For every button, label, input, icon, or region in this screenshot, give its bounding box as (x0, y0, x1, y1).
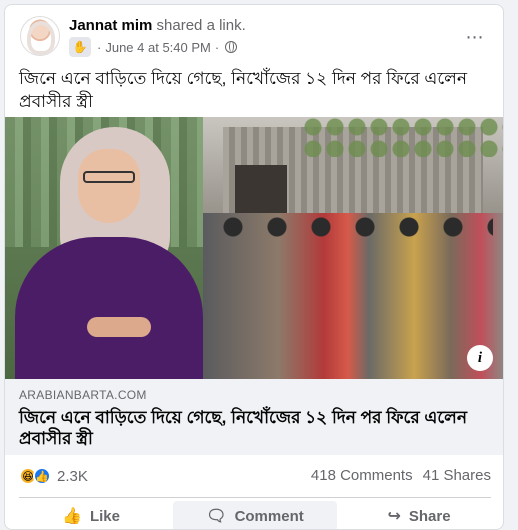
link-title: জিনে এনে বাড়িতে দিয়ে গেছে, নিখোঁজের ১২… (19, 408, 467, 448)
link-preview-image[interactable]: i (5, 117, 503, 379)
share-label: Share (408, 507, 451, 525)
date-separator: · (97, 39, 102, 55)
shared-action-text: shared a link. (156, 17, 246, 34)
post-text: জিনে এনে বাড়িতে দিয়ে গেছে, নিখোঁজের ১২… (19, 69, 467, 111)
post-actions: 👍 Like 🗨 Comment ↪ Share (9, 501, 501, 529)
share-icon: ↪ (387, 508, 401, 525)
shares-count[interactable]: 41 Shares (423, 467, 491, 484)
like-button[interactable]: 👍 Like (9, 501, 173, 529)
comment-label: Comment (234, 507, 304, 525)
author-name[interactable]: Jannat mim (69, 17, 152, 34)
more-options-button[interactable]: ⋯ (461, 23, 489, 51)
like-reaction-icon: 👍 (33, 467, 51, 485)
crowd-photo (203, 117, 503, 379)
comments-count[interactable]: 418 Comments (311, 467, 413, 484)
post-card: Jannat mim shared a link. ✋ · June 4 at … (4, 4, 504, 530)
like-icon: 👍 (62, 508, 82, 525)
post-stats: 😆 👍 2.3K 418 Comments 41 Shares (5, 455, 503, 497)
comment-button[interactable]: 🗨 Comment (173, 501, 337, 529)
author-avatar[interactable] (20, 16, 60, 56)
like-label: Like (89, 507, 120, 525)
post-meta: ✋ · June 4 at 5:40 PM · (69, 37, 238, 57)
wave-icon[interactable]: ✋ (69, 37, 91, 57)
comment-icon: 🗨 (206, 508, 227, 525)
share-button[interactable]: ↪ Share (337, 501, 501, 529)
reaction-count: 2.3K (57, 467, 88, 485)
globe-icon (225, 41, 238, 53)
info-icon[interactable]: i (467, 345, 493, 371)
post-date[interactable]: June 4 at 5:40 PM (105, 40, 211, 55)
post-header: Jannat mim shared a link. ✋ · June 4 at … (5, 5, 503, 63)
reactions-summary[interactable]: 😆 👍 2.3K (19, 467, 88, 485)
link-preview[interactable]: ARABIANBARTA.COM জিনে এনে বাড়িতে দিয়ে … (5, 379, 503, 455)
link-domain: ARABIANBARTA.COM (19, 388, 147, 402)
engagement-counts: 418 Comments 41 Shares (311, 467, 491, 484)
date-separator: · (214, 39, 220, 55)
author-line: Jannat mim shared a link. (69, 17, 246, 34)
woman-photo (5, 117, 203, 379)
divider (19, 497, 491, 498)
